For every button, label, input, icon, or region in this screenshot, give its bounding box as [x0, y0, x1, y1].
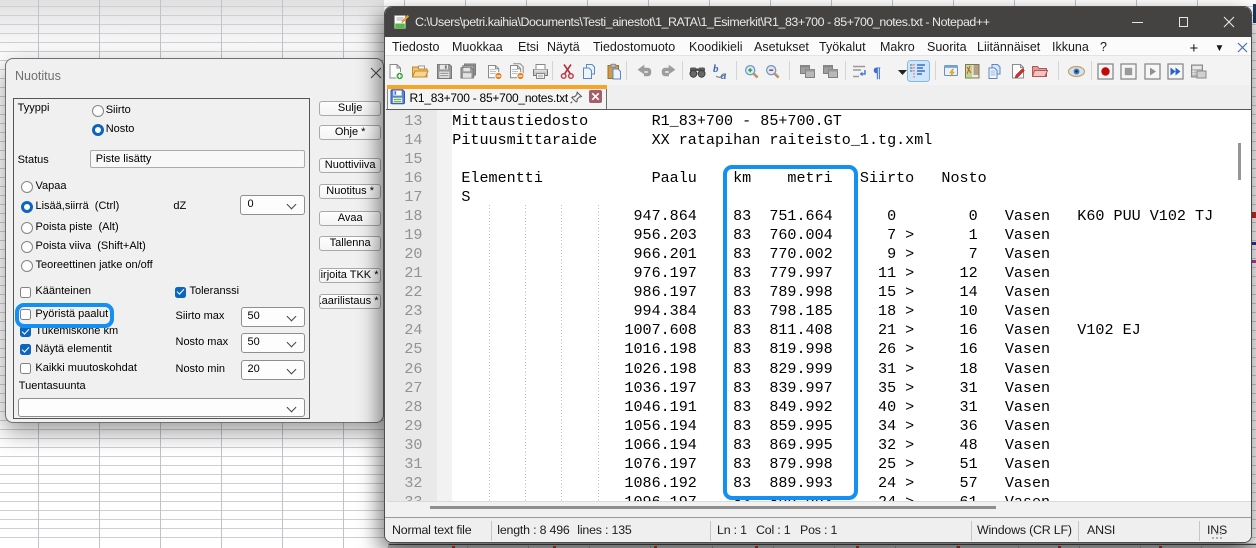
svg-text:¶: ¶	[873, 65, 881, 81]
svg-text:b: b	[713, 63, 719, 75]
